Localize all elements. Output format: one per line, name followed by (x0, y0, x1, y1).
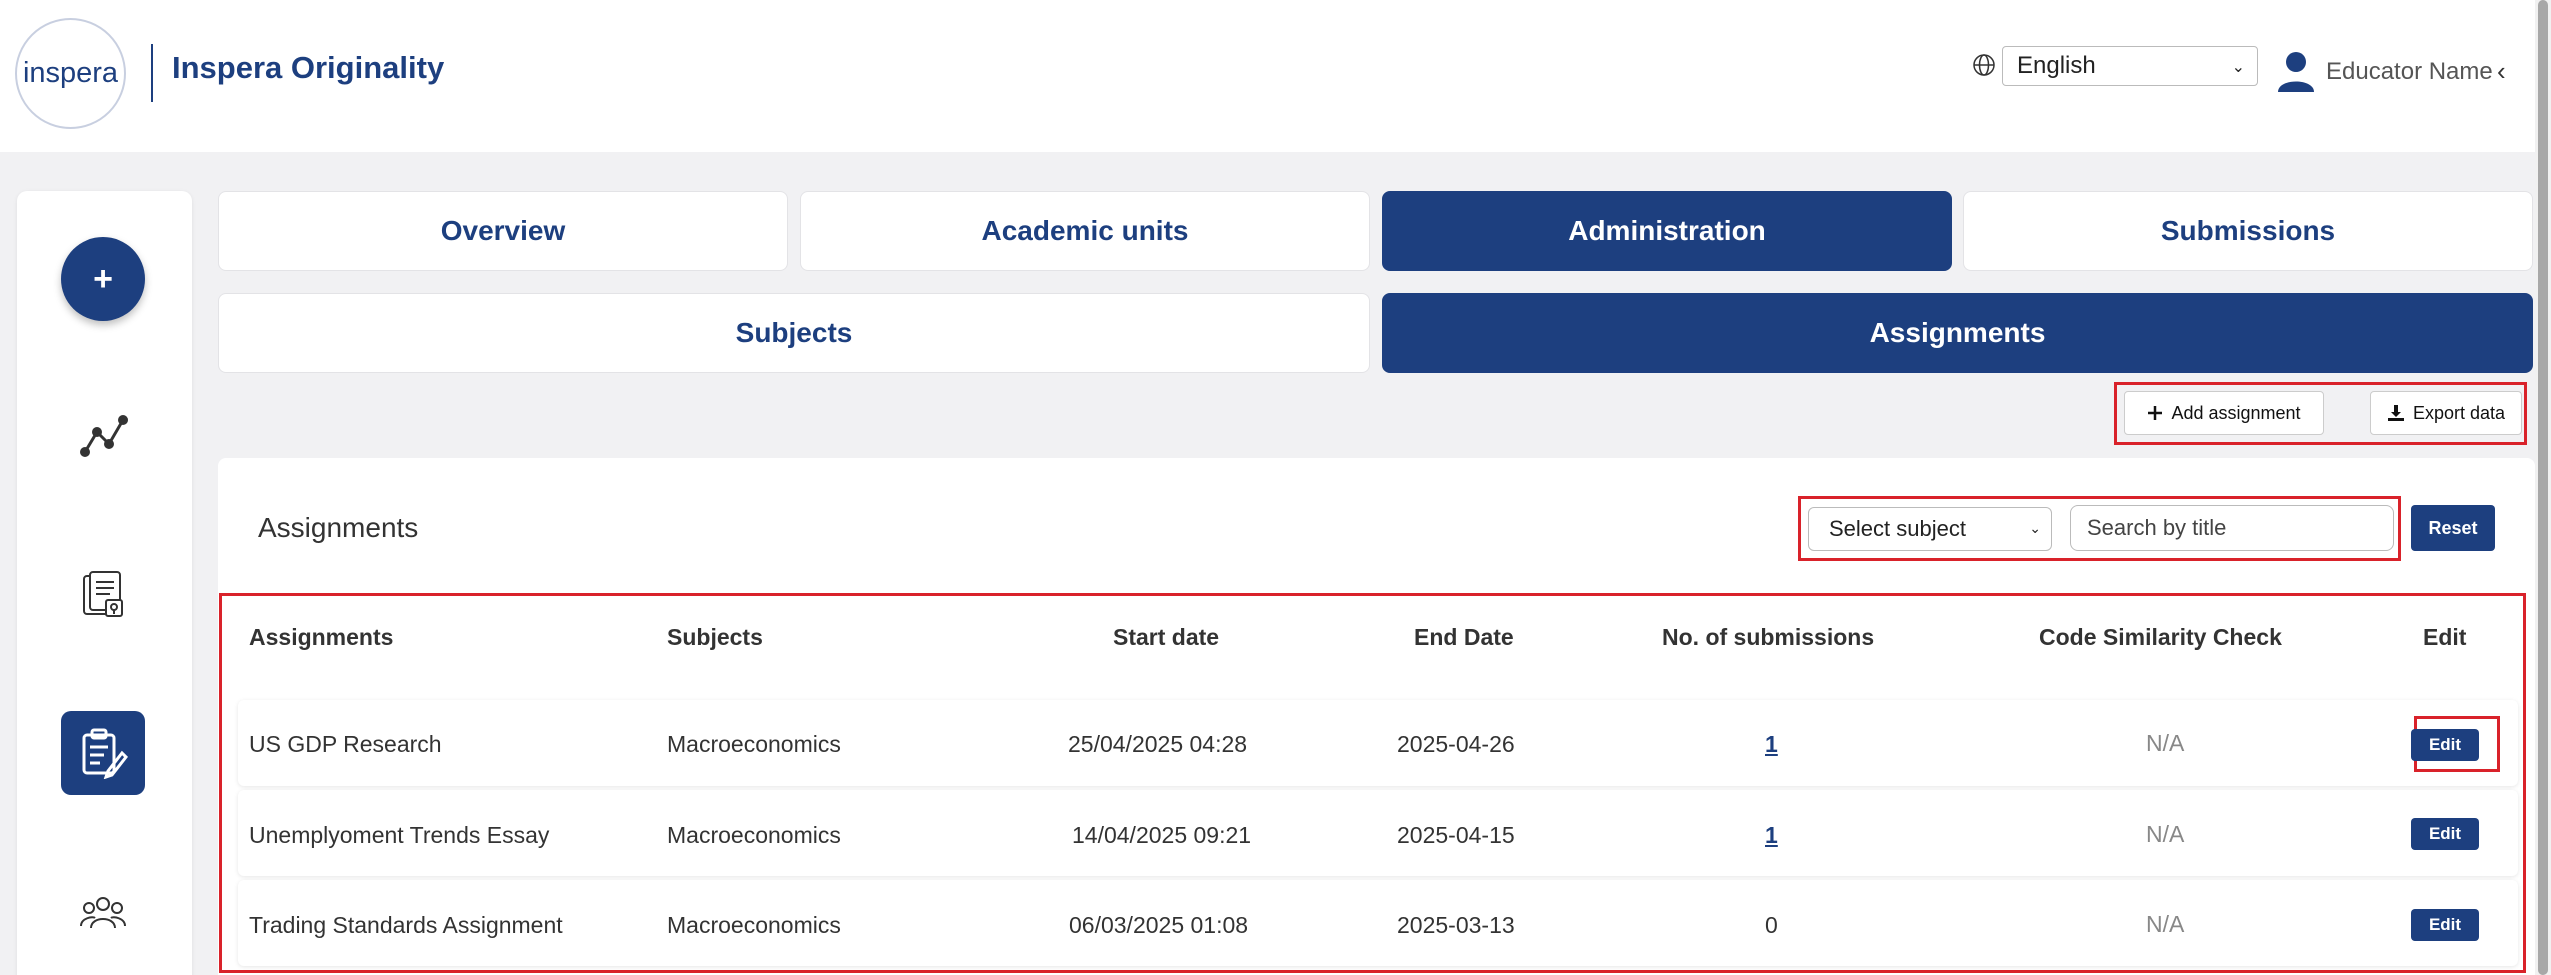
column-header-code-similarity[interactable]: Code Similarity Check (2039, 624, 2282, 651)
end-date: 2025-04-26 (1397, 731, 1515, 757)
edit-button[interactable]: Edit (2411, 729, 2479, 761)
chevron-left-icon[interactable]: ‹ (2497, 56, 2506, 87)
subject-select[interactable]: Select subject ⌄ (1808, 507, 2052, 551)
documents-icon[interactable] (80, 570, 126, 620)
end-date: 2025-04-15 (1397, 822, 1515, 848)
column-header-assignments[interactable]: Assignments (249, 624, 393, 651)
brand-title: Inspera Originality (172, 50, 445, 85)
column-header-submissions[interactable]: No. of submissions (1662, 624, 1874, 651)
user-name[interactable]: Educator Name (2326, 58, 2493, 86)
user-icon[interactable] (2276, 50, 2316, 92)
globe-icon (1973, 54, 1995, 76)
assignments-nav-button[interactable] (61, 711, 145, 795)
subject-name: Macroeconomics (667, 731, 841, 757)
users-icon[interactable] (80, 896, 126, 930)
submissions-count: 0 (1765, 912, 1778, 938)
code-similarity-value: N/A (2146, 730, 2185, 756)
language-value: English (2017, 52, 2096, 79)
search-input[interactable] (2070, 505, 2394, 551)
tab-assignments[interactable]: Assignments (1382, 293, 2533, 373)
column-header-end-date[interactable]: End Date (1414, 624, 1514, 651)
tab-subjects[interactable]: Subjects (218, 293, 1370, 373)
edit-button[interactable]: Edit (2411, 909, 2479, 941)
download-icon (2387, 405, 2404, 421)
export-data-button[interactable]: Export data (2370, 391, 2522, 435)
start-date: 25/04/2025 04:28 (1068, 731, 1248, 757)
tab-overview[interactable]: Overview (218, 191, 788, 271)
reset-button[interactable]: Reset (2411, 505, 2495, 551)
logo-divider (151, 44, 153, 102)
assignment-edit-icon (82, 728, 128, 779)
chevron-down-icon: ⌄ (2029, 520, 2041, 536)
start-date: 14/04/2025 09:21 (1072, 822, 1252, 848)
subject-select-value: Select subject (1829, 516, 1966, 541)
tab-submissions[interactable]: Submissions (1963, 191, 2533, 271)
column-header-subjects[interactable]: Subjects (667, 624, 763, 651)
scrollbar-thumb[interactable] (2538, 0, 2548, 975)
column-header-start-date[interactable]: Start date (1113, 624, 1219, 651)
start-date: 06/03/2025 01:08 (1069, 912, 1249, 938)
assignment-name: US GDP Research (249, 731, 442, 757)
export-data-label: Export data (2412, 402, 2506, 423)
tab-administration[interactable]: Administration (1382, 191, 1952, 271)
assignment-name: Trading Standards Assignment (249, 912, 563, 938)
logo-text: Inspera (22, 57, 119, 89)
plus-icon (2148, 406, 2163, 420)
assignment-name: Unemplyoment Trends Essay (249, 822, 550, 848)
subject-name: Macroeconomics (667, 822, 841, 848)
code-similarity-value: N/A (2146, 821, 2185, 847)
subject-name: Macroeconomics (667, 912, 841, 938)
language-select[interactable]: English ⌄ (2002, 46, 2258, 86)
submissions-count-link[interactable]: 1 (1765, 731, 1778, 758)
tab-academic-units[interactable]: Academic units (800, 191, 1370, 271)
submissions-count-link[interactable]: 1 (1765, 822, 1778, 849)
create-button[interactable]: + (61, 237, 145, 321)
edit-button[interactable]: Edit (2411, 818, 2479, 850)
add-assignment-label: Add assignment (2171, 402, 2301, 423)
analytics-icon[interactable] (79, 414, 129, 458)
code-similarity-value: N/A (2146, 911, 2185, 937)
card-title: Assignments (258, 512, 419, 543)
chevron-down-icon: ⌄ (2231, 59, 2245, 76)
end-date: 2025-03-13 (1397, 912, 1515, 938)
inspera-logo[interactable]: Inspera (15, 18, 126, 129)
column-header-edit: Edit (2423, 624, 2467, 650)
add-assignment-button[interactable]: Add assignment (2124, 391, 2324, 435)
